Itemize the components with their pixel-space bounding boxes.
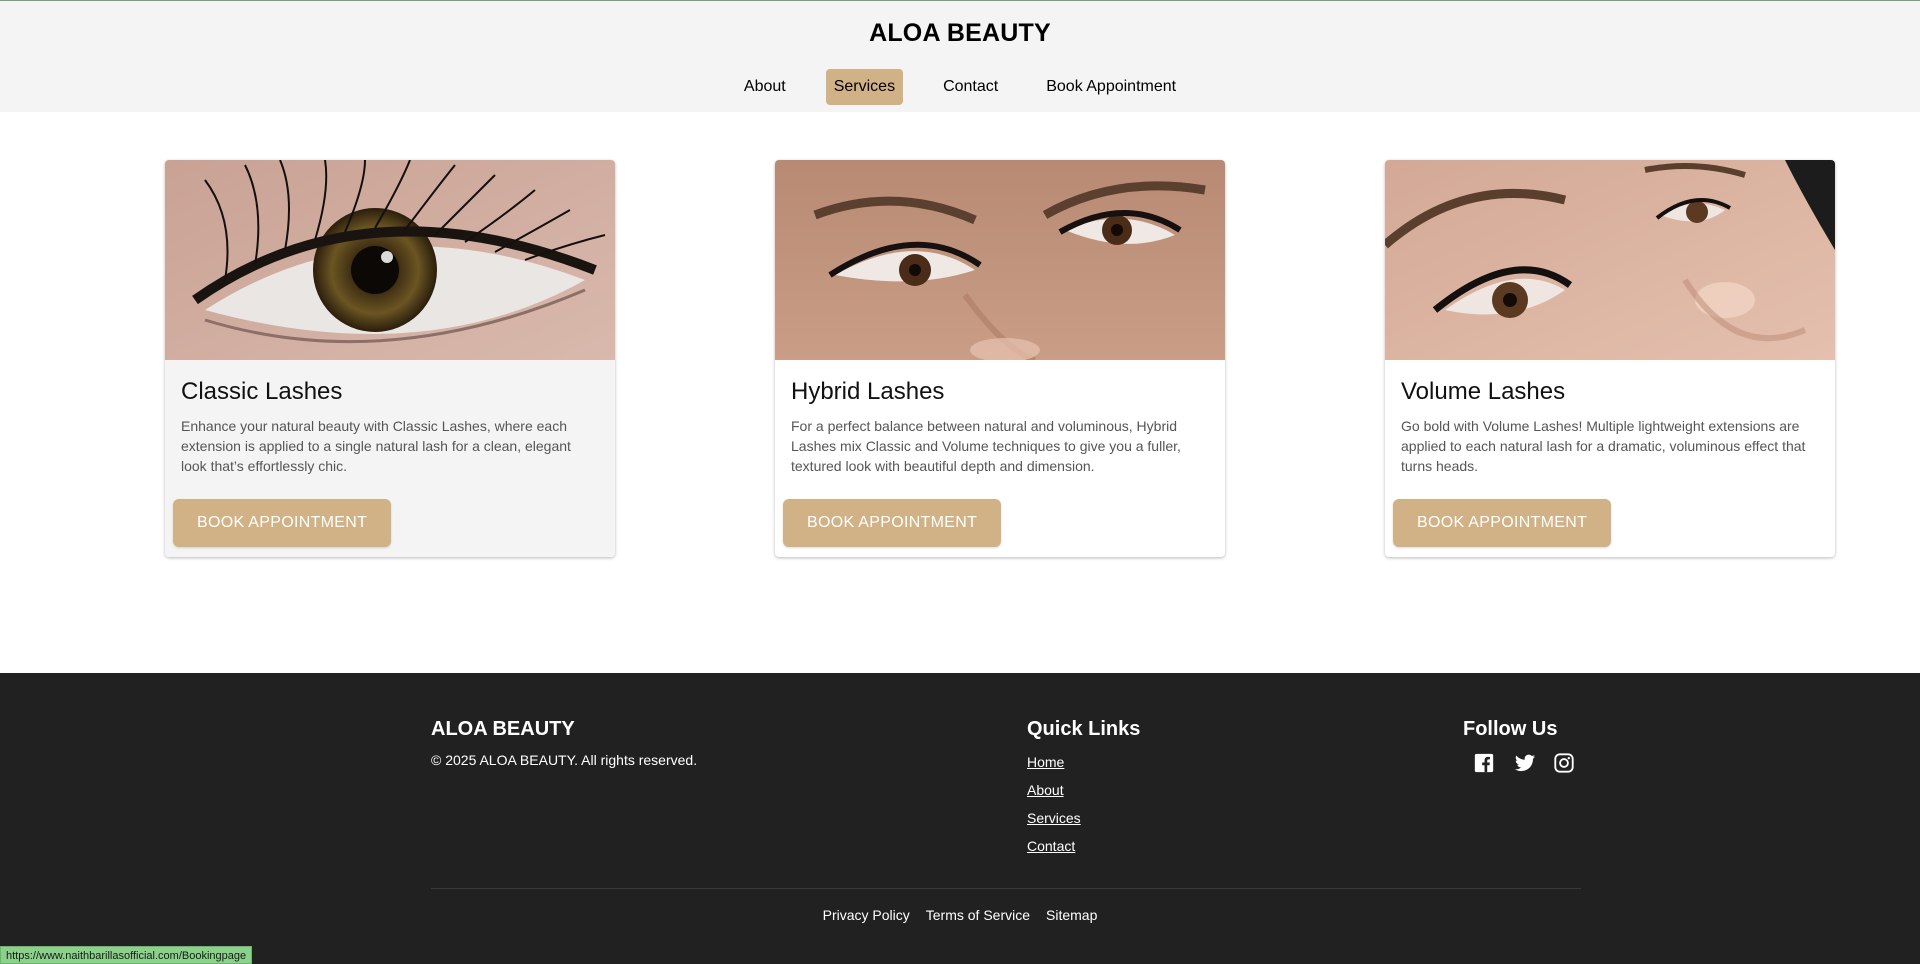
footer-bottom-links: Privacy Policy Terms of Service Sitemap — [0, 907, 1920, 923]
site-header: ALOA BEAUTY About Services Contact Book … — [0, 0, 1920, 112]
footer-link-contact[interactable]: Contact — [1027, 836, 1140, 856]
service-card-hybrid: Hybrid Lashes For a perfect balance betw… — [775, 160, 1225, 557]
card-description: Enhance your natural beauty with Classic… — [181, 418, 571, 474]
footer-link-services[interactable]: Services — [1027, 808, 1140, 828]
footer-brand: ALOA BEAUTY — [431, 718, 575, 740]
privacy-policy-link[interactable]: Privacy Policy — [823, 907, 910, 923]
footer-quick-links-column: Quick Links Home About Services Contact — [1027, 716, 1140, 864]
footer-social-column: Follow Us — [1463, 716, 1577, 776]
footer-link-home[interactable]: Home — [1027, 752, 1140, 772]
nav-about[interactable]: About — [736, 69, 794, 105]
card-title: Volume Lashes — [1401, 378, 1566, 405]
card-description: For a perfect balance between natural an… — [791, 418, 1181, 474]
footer-divider — [431, 888, 1581, 889]
book-appointment-button[interactable]: BOOK APPOINTMENT — [173, 499, 392, 547]
card-title: Classic Lashes — [181, 378, 343, 405]
nav-services[interactable]: Services — [825, 69, 904, 105]
service-card-volume: Volume Lashes Go bold with Volume Lashes… — [1385, 160, 1835, 557]
facebook-icon[interactable] — [1473, 752, 1497, 776]
service-card-classic: Classic Lashes Enhance your natural beau… — [165, 160, 615, 557]
card-description: Go bold with Volume Lashes! Multiple lig… — [1401, 418, 1806, 474]
classic-lashes-image — [165, 160, 615, 360]
brand-title[interactable]: ALOA BEAUTY — [0, 19, 1920, 48]
quick-links-heading: Quick Links — [1027, 718, 1141, 740]
follow-us-heading: Follow Us — [1463, 718, 1558, 740]
instagram-icon[interactable] — [1553, 752, 1577, 776]
twitter-icon[interactable] — [1513, 752, 1537, 776]
book-appointment-button[interactable]: BOOK APPOINTMENT — [783, 499, 1002, 547]
terms-of-service-link[interactable]: Terms of Service — [926, 907, 1030, 923]
site-footer: ALOA BEAUTY © 2025 ALOA BEAUTY. All righ… — [0, 673, 1920, 964]
volume-lashes-image — [1385, 160, 1835, 360]
status-bar-url: https://www.naithbarillasofficial.com/Bo… — [0, 946, 253, 964]
hybrid-lashes-image — [775, 160, 1225, 360]
nav-book-appointment[interactable]: Book Appointment — [1038, 69, 1184, 105]
card-title: Hybrid Lashes — [791, 378, 945, 405]
main-nav: About Services Contact Book Appointment — [0, 69, 1920, 105]
book-appointment-button[interactable]: BOOK APPOINTMENT — [1393, 499, 1612, 547]
footer-link-about[interactable]: About — [1027, 780, 1140, 800]
footer-copyright: © 2025 ALOA BEAUTY. All rights reserved. — [431, 752, 698, 768]
footer-brand-column: ALOA BEAUTY © 2025 ALOA BEAUTY. All righ… — [431, 716, 697, 768]
sitemap-link[interactable]: Sitemap — [1046, 907, 1097, 923]
nav-contact[interactable]: Contact — [935, 69, 1006, 105]
